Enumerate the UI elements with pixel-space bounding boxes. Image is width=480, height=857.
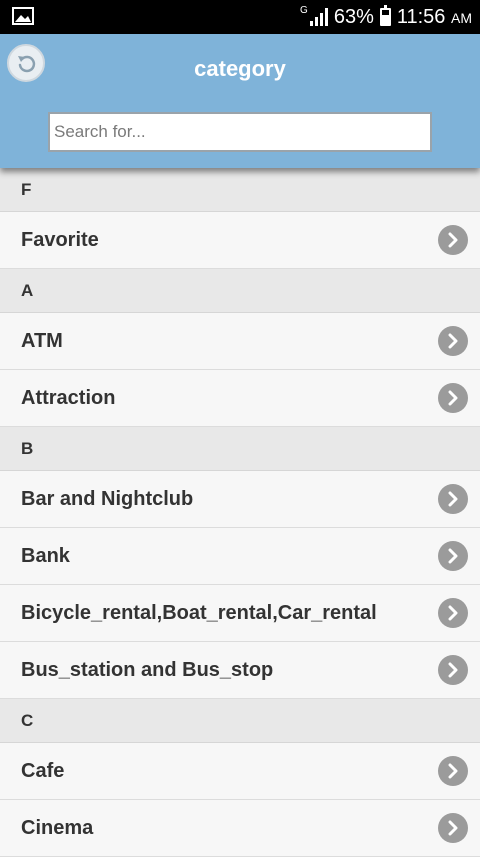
chevron-right-icon bbox=[438, 484, 468, 514]
category-list: F Favorite A ATM Attraction B Bar and Nightclu… bbox=[0, 168, 480, 857]
list-item[interactable]: Bar and Nightclub bbox=[0, 471, 480, 528]
list-item[interactable]: Bank bbox=[0, 528, 480, 585]
chevron-right-icon bbox=[438, 813, 468, 843]
list-item-label: Favorite bbox=[21, 228, 99, 251]
list-item-label: ATM bbox=[21, 329, 63, 352]
list-item-label: Bar and Nightclub bbox=[21, 487, 194, 510]
list-item-label: Cinema bbox=[21, 816, 94, 839]
chevron-right-icon bbox=[438, 756, 468, 786]
list-item[interactable]: Cinema bbox=[0, 800, 480, 857]
chevron-right-icon bbox=[438, 541, 468, 571]
list-item[interactable]: Attraction bbox=[0, 370, 480, 427]
section-divider: F bbox=[0, 168, 480, 212]
list-item-label: Attraction bbox=[21, 386, 116, 409]
signal-icon bbox=[309, 8, 328, 26]
list-item[interactable]: Favorite bbox=[0, 212, 480, 269]
section-divider: B bbox=[0, 427, 480, 471]
battery-icon bbox=[379, 5, 391, 26]
list-item-label: Cafe bbox=[21, 759, 65, 782]
section-divider: A bbox=[0, 269, 480, 313]
list-item[interactable]: ATM bbox=[0, 313, 480, 370]
list-item[interactable]: Bicycle_rental,Boat_rental,Car_rental bbox=[0, 585, 480, 642]
section-divider: C bbox=[0, 699, 480, 743]
list-item-label: Bicycle_rental,Boat_rental,Car_rental bbox=[21, 601, 377, 624]
image-icon bbox=[12, 7, 34, 25]
list-item-label: Bus_station and Bus_stop bbox=[21, 658, 274, 681]
chevron-right-icon bbox=[438, 655, 468, 685]
chevron-right-icon bbox=[438, 598, 468, 628]
chevron-right-icon bbox=[438, 383, 468, 413]
header: category bbox=[0, 34, 480, 168]
network-type: G bbox=[300, 4, 308, 16]
list-item-label: Bank bbox=[21, 544, 70, 567]
clock: 11:56 AM bbox=[396, 5, 472, 28]
chevron-right-icon bbox=[438, 326, 468, 356]
status-bar: G 63% 11:56 AM bbox=[0, 0, 480, 34]
search-input[interactable] bbox=[48, 112, 432, 152]
list-item[interactable]: Bus_station and Bus_stop bbox=[0, 642, 480, 699]
page-title: category bbox=[194, 56, 286, 81]
battery-percent: 63% bbox=[333, 5, 374, 28]
chevron-right-icon bbox=[438, 225, 468, 255]
list-item[interactable]: Cafe bbox=[0, 743, 480, 800]
